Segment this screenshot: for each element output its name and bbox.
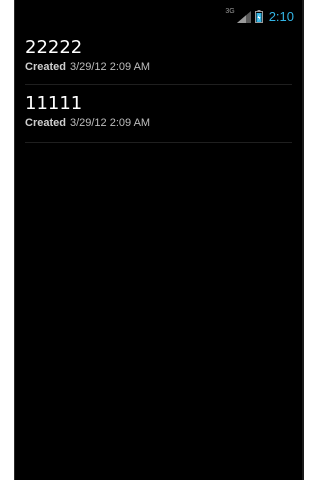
note-created: Created 3/29/12 2:09 AM (25, 116, 292, 130)
note-created: Created 3/29/12 2:09 AM (25, 60, 292, 74)
note-list-item[interactable]: 22222 Created 3/29/12 2:09 AM (25, 33, 292, 85)
battery-icon (254, 10, 263, 23)
signal-icon (236, 10, 251, 23)
notes-list: 22222 Created 3/29/12 2:09 AM 11111 Creat… (15, 33, 302, 143)
status-clock: 2:10 (268, 9, 294, 24)
note-list-item[interactable]: 11111 Created 3/29/12 2:09 AM (25, 85, 292, 143)
status-bar: 3G 2:10 (15, 0, 302, 33)
created-label: Created (25, 117, 66, 129)
created-date: 3/29/12 2:09 AM (69, 117, 151, 129)
note-title: 22222 (25, 37, 83, 58)
network-type-label: 3G (225, 8, 235, 15)
note-title: 11111 (25, 93, 83, 114)
created-label: Created (25, 61, 66, 73)
created-date: 3/29/12 2:09 AM (69, 61, 151, 73)
device-screen: 3G 2:10 22222 Created 3/29/12 2:09 AM 11… (14, 0, 304, 480)
